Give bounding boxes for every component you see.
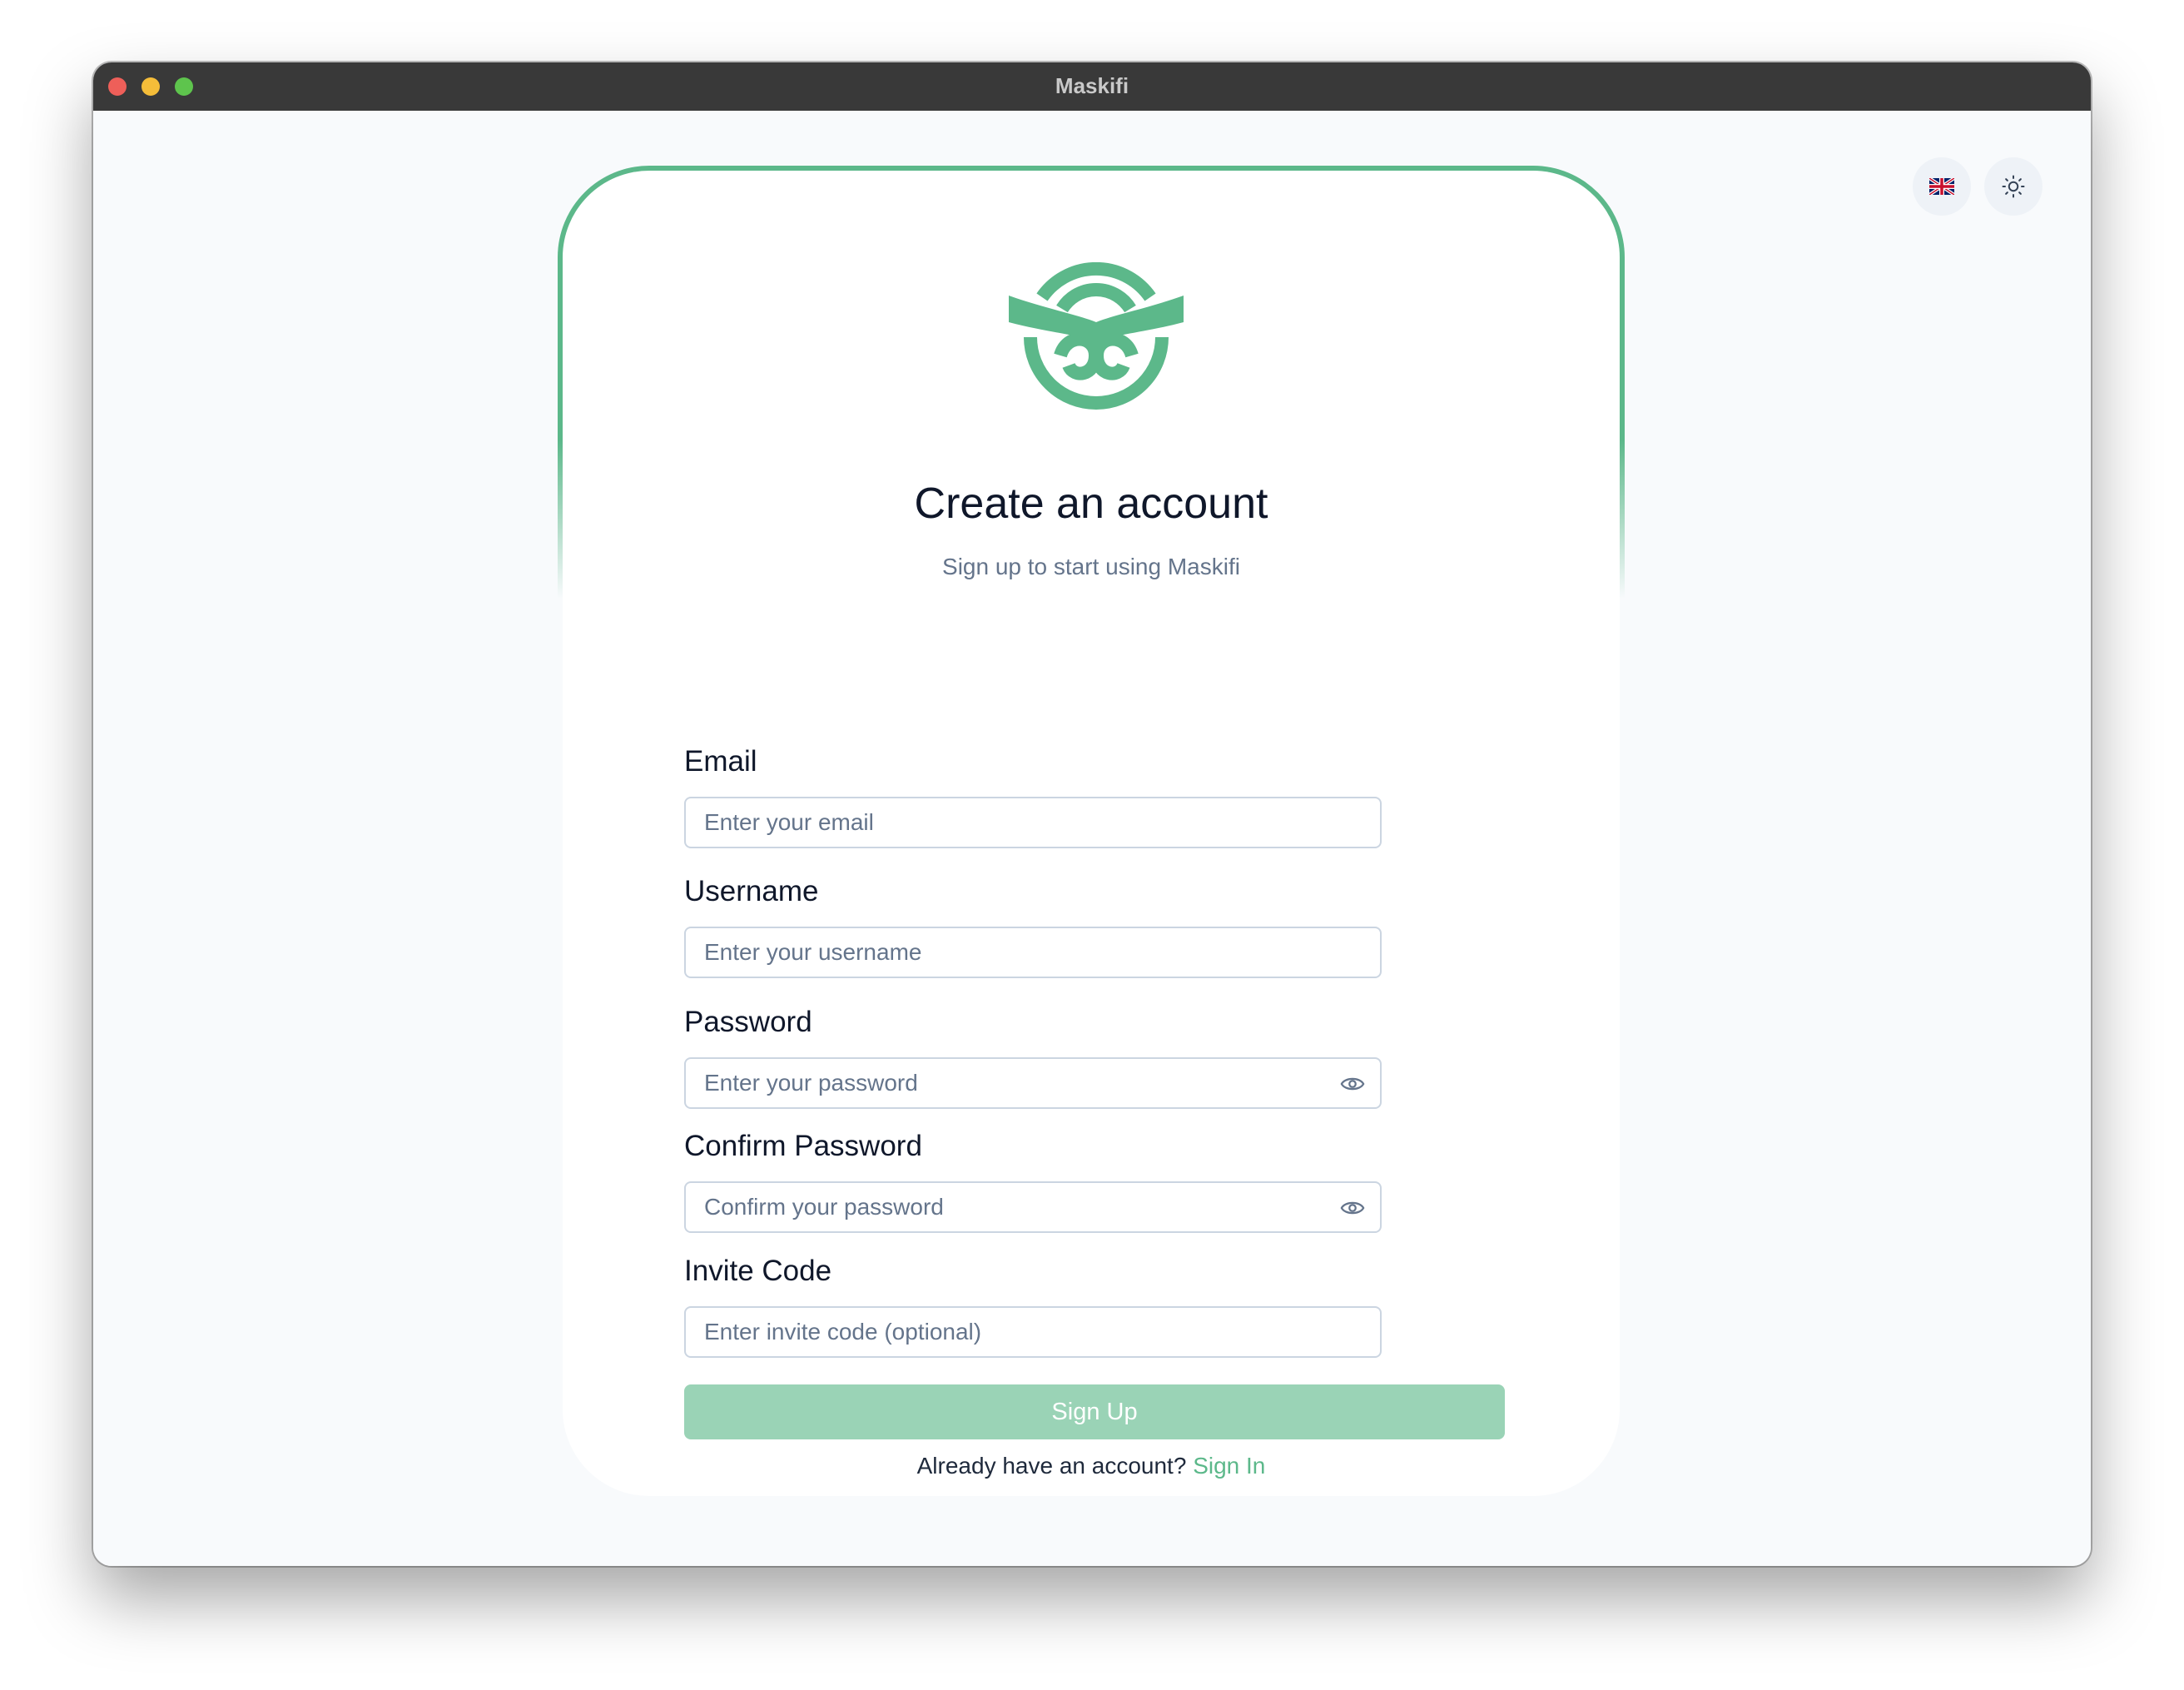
title-bar: Maskifi: [93, 62, 2091, 111]
app-window: Maskifi Create an account Sign up to sta…: [93, 62, 2091, 1566]
main-content: Create an account Sign up to start using…: [93, 111, 2091, 1566]
username-field-box: [684, 927, 1382, 978]
maskifi-logo-icon: [1009, 262, 1184, 410]
sign-in-prompt-text: Already have an account?: [916, 1453, 1187, 1479]
uk-flag-icon: [1929, 178, 1954, 195]
confirm-password-field-box: [684, 1181, 1382, 1233]
password-field[interactable]: [686, 1059, 1380, 1107]
username-label: Username: [684, 875, 819, 907]
invite-code-field[interactable]: [686, 1308, 1380, 1356]
sun-icon: [2002, 175, 2025, 198]
password-field-box: [684, 1057, 1382, 1109]
invite-code-field-box: [684, 1306, 1382, 1358]
language-button[interactable]: [1913, 157, 1971, 216]
sign-in-prompt: Already have an account? Sign In: [563, 1453, 1620, 1479]
signup-card: Create an account Sign up to start using…: [563, 171, 1620, 1496]
theme-toggle-button[interactable]: [1984, 157, 2043, 216]
sign-in-link[interactable]: Sign In: [1193, 1453, 1265, 1479]
page-subtitle: Sign up to start using Maskifi: [942, 554, 1240, 579]
page-title: Create an account: [914, 480, 1268, 528]
invite-code-label: Invite Code: [684, 1255, 832, 1287]
sign-up-button[interactable]: Sign Up: [684, 1384, 1505, 1439]
confirm-password-field[interactable]: [686, 1183, 1380, 1231]
confirm-password-label: Confirm Password: [684, 1130, 922, 1162]
email-field[interactable]: [686, 798, 1380, 847]
password-label: Password: [684, 1006, 812, 1038]
eye-icon[interactable]: [1340, 1073, 1365, 1095]
signup-card-border: Create an account Sign up to start using…: [558, 166, 1625, 1501]
username-field[interactable]: [686, 928, 1380, 977]
window-title: Maskifi: [1055, 73, 1129, 98]
email-label: Email: [684, 745, 757, 778]
eye-icon[interactable]: [1340, 1197, 1365, 1219]
email-field-box: [684, 797, 1382, 848]
